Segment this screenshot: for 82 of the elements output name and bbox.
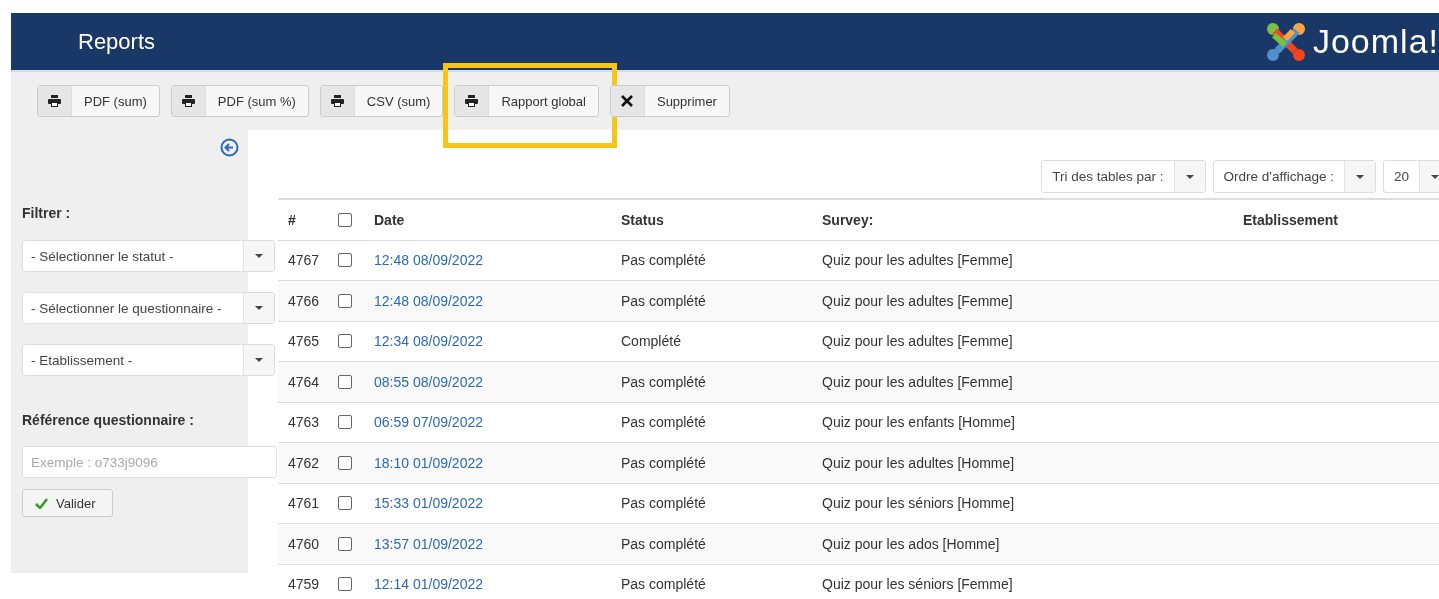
column-header: # [287,211,297,228]
row-checkbox[interactable] [338,577,352,592]
print-button[interactable]: Rapport global [454,85,599,117]
print-button[interactable]: CSV (sum) [319,85,444,117]
printer-icon [48,95,61,107]
table-cell-text: Pas complété [620,252,707,269]
table-cell-text: 4765 [287,333,321,350]
print-button[interactable]: PDF (sum %) [170,85,309,117]
filter-label: Filtrer : [22,205,72,221]
row-checkbox[interactable] [338,293,352,308]
table-cell-text: 4760 [287,535,321,552]
column-header: Etablissement [1242,211,1339,228]
sort-select[interactable]: Tri des tables par : [1041,160,1206,193]
column-header: Survey: [821,211,875,228]
row-checkbox[interactable] [338,253,352,268]
brand-name: Joomla! [1312,22,1439,61]
delete-button[interactable]: Supprimer [609,85,730,117]
table-cell-text: Quiz pour les enfants [Homme] [821,414,1016,431]
table-cell-text: Quiz pour les ados [Homme] [821,535,1001,552]
date-link[interactable]: 12:48 08/09/2022 [364,292,611,309]
caret-icon [1355,174,1364,179]
sort-select[interactable]: Ordre d'affichage : [1212,160,1376,193]
date-link[interactable]: 08:55 08/09/2022 [364,373,611,390]
table-cell-text: Quiz pour les adultes [Femme] [821,252,1014,269]
column-header: Date [373,211,406,228]
table-cell-text: Quiz pour les adultes [Homme] [821,454,1016,471]
select-all-checkbox[interactable] [338,212,352,227]
date-link[interactable]: 18:10 01/09/2022 [364,454,611,471]
table-cell-text: Quiz pour les séniors [Homme] [821,495,1016,512]
close-icon [621,95,634,107]
table-cell-text: 4763 [287,414,321,431]
row-checkbox[interactable] [338,334,352,349]
date-link[interactable]: 13:57 01/09/2022 [364,535,611,552]
table-cell-text: Pas complété [620,292,707,309]
table-cell-text: Pas complété [620,454,707,471]
caret-icon [255,358,263,362]
row-checkbox[interactable] [338,536,352,551]
filter-select[interactable]: - Sélectionner le questionnaire - [22,292,275,324]
table-cell-text: Quiz pour les adultes [Femme] [821,292,1014,309]
logo-icon [1264,20,1307,63]
sort-select[interactable]: 20 [1382,160,1439,193]
printer-icon [330,95,344,107]
table-cell-text: 4764 [287,373,321,390]
table-cell-text: Complété [620,333,682,350]
filter-select[interactable]: - Etablissement - [22,344,275,376]
filter-select[interactable]: - Sélectionner le statut - [22,240,275,272]
caret-icon [1431,174,1439,179]
caret-icon [255,306,263,310]
date-link[interactable]: 06:59 07/09/2022 [364,414,611,431]
collapse-icon[interactable] [220,138,239,157]
printer-icon [465,95,479,107]
table-cell-text: 4759 [287,576,321,593]
row-checkbox[interactable] [338,374,352,389]
print-button[interactable]: PDF (sum) [37,85,160,117]
table-cell-text: Quiz pour les adultes [Femme] [821,333,1014,350]
page-title: Reports [78,28,156,55]
table-cell-text: 4766 [287,292,321,309]
table-cell-text: Pas complété [620,414,707,431]
check-icon [35,497,48,509]
row-checkbox[interactable] [338,415,352,430]
validate-button[interactable]: Valider [22,489,113,517]
caret-icon [255,254,263,258]
table-cell-text: Quiz pour les adultes [Femme] [821,373,1014,390]
row-checkbox[interactable] [338,455,352,470]
date-link[interactable]: 12:34 08/09/2022 [364,333,611,350]
table-cell-text: Pas complété [620,535,707,552]
table-cell-text: 4767 [287,252,321,269]
reference-field[interactable]: Exemple : o733j9096 [22,446,277,478]
printer-icon [181,95,195,107]
date-link[interactable]: 12:14 01/09/2022 [364,576,611,593]
reference-label: Référence questionnaire : [22,412,195,428]
table-cell-text: 4761 [287,495,321,512]
row-checkbox[interactable] [338,496,352,511]
caret-icon [1185,174,1194,179]
table-cell-text: Pas complété [620,576,707,593]
table-cell-text: Pas complété [620,373,707,390]
table-cell-text: Quiz pour les séniors [Femme] [821,576,1014,593]
table-cell-text: Pas complété [620,495,707,512]
date-link[interactable]: 15:33 01/09/2022 [364,495,611,512]
table-cell-text: 4762 [287,454,321,471]
column-header: Status [620,211,665,228]
date-link[interactable]: 12:48 08/09/2022 [364,252,611,269]
